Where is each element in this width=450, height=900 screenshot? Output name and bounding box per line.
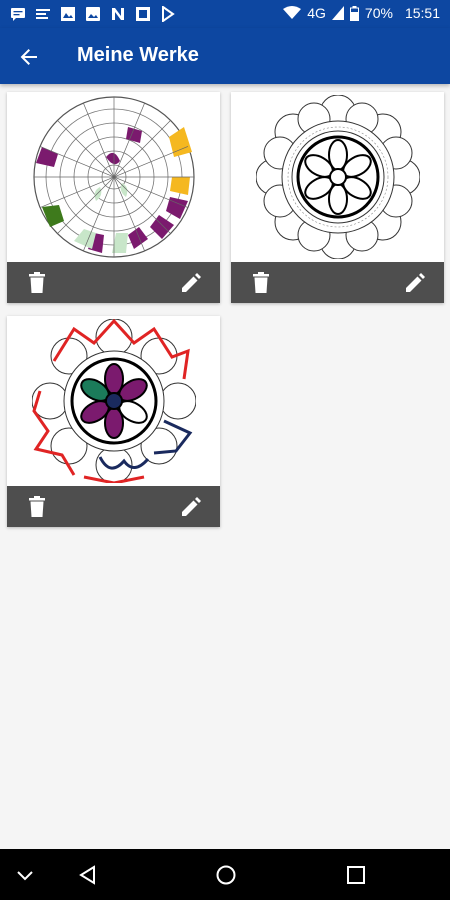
play-store-icon — [162, 6, 175, 22]
image-icon — [86, 7, 100, 21]
trash-icon[interactable] — [251, 272, 271, 294]
notification-icons — [10, 6, 176, 22]
notes-icon — [36, 9, 50, 19]
back-button[interactable] — [14, 42, 44, 72]
card-action-bar — [7, 486, 220, 527]
status-bar: 4G 70% 15:51 — [0, 0, 450, 28]
mandala-thumbnail[interactable] — [231, 92, 444, 262]
card-action-bar — [231, 262, 444, 303]
system-nav-bar — [0, 849, 450, 900]
mandala-image — [31, 319, 196, 483]
image-icon — [61, 7, 75, 21]
pencil-icon[interactable] — [404, 272, 426, 294]
status-indicators: 4G 70% 15:51 — [283, 5, 440, 21]
wifi-icon — [283, 6, 302, 19]
image-icon — [136, 7, 150, 21]
pencil-icon[interactable] — [180, 496, 202, 518]
signal-icon — [331, 6, 344, 20]
trash-icon[interactable] — [27, 496, 47, 518]
work-card[interactable] — [231, 92, 444, 303]
work-card[interactable] — [7, 316, 220, 527]
page-title: Meine Werke — [77, 44, 199, 66]
clock: 15:51 — [404, 5, 440, 21]
work-card[interactable] — [7, 92, 220, 303]
mandala-thumbnail[interactable] — [7, 316, 220, 486]
mandala-image — [32, 96, 195, 258]
pencil-icon[interactable] — [180, 272, 202, 294]
recents-square-icon[interactable] — [345, 864, 367, 886]
card-action-bar — [7, 262, 220, 303]
n-icon — [112, 8, 124, 20]
chevron-down-icon[interactable] — [14, 864, 36, 886]
mandala-thumbnail[interactable] — [7, 92, 220, 262]
trash-icon[interactable] — [27, 272, 47, 294]
back-triangle-icon[interactable] — [77, 864, 99, 886]
battery-level: 70% — [364, 5, 393, 21]
home-circle-icon[interactable] — [215, 864, 237, 886]
message-icon — [11, 8, 25, 21]
arrow-back-icon — [20, 49, 37, 65]
battery-icon — [349, 5, 359, 21]
app-bar: Meine Werke — [0, 28, 450, 84]
mandala-image — [255, 95, 420, 259]
network-type: 4G — [307, 5, 326, 21]
